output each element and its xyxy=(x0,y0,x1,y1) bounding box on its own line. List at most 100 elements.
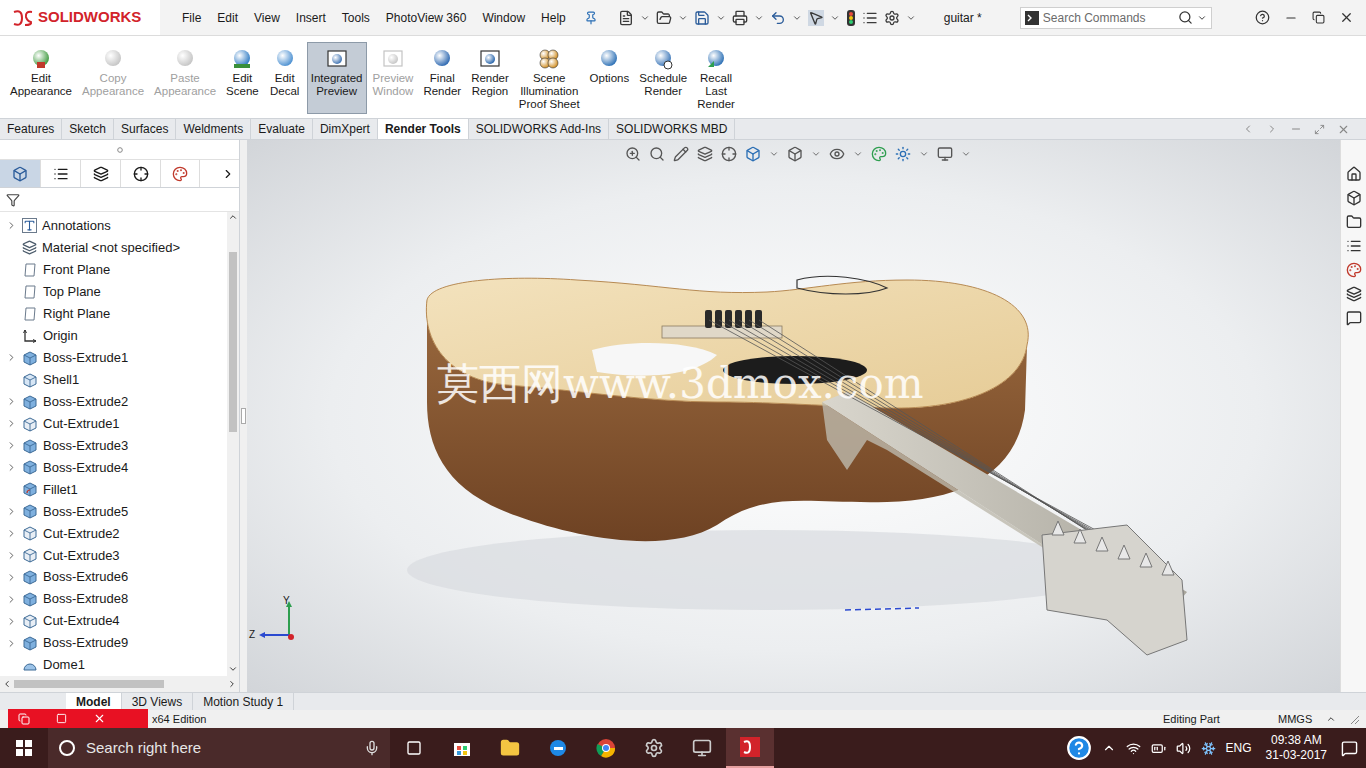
options-icon[interactable] xyxy=(884,10,900,26)
dropdown-icon[interactable] xyxy=(716,13,726,23)
popup-window[interactable] xyxy=(8,709,148,728)
tree-item[interactable]: Fillet1 xyxy=(0,478,227,500)
ribbon-button[interactable]: PasteAppearance xyxy=(150,42,220,114)
expand-icon[interactable] xyxy=(6,440,17,451)
filter-icon[interactable] xyxy=(6,193,20,207)
expand-icon[interactable] xyxy=(6,528,17,539)
app-button[interactable] xyxy=(630,728,678,768)
dropdown-icon[interactable] xyxy=(754,13,764,23)
taskbar-search[interactable]: Search right here xyxy=(48,728,390,768)
dropdown-icon[interactable] xyxy=(906,13,916,23)
tree-item[interactable]: Material <not specified> xyxy=(0,237,227,259)
horizontal-scrollbar[interactable] xyxy=(0,676,239,692)
dropdown-icon[interactable] xyxy=(811,149,821,159)
ribbon-button[interactable]: SceneIlluminationProof Sheet xyxy=(515,42,584,114)
tree-item[interactable]: Origin xyxy=(0,325,227,347)
tree-item[interactable]: Boss-Extrude2 xyxy=(0,391,227,413)
tree-item[interactable]: Boss-Extrude9 xyxy=(0,632,227,654)
forum-icon[interactable] xyxy=(1346,310,1362,326)
help-tray-icon[interactable] xyxy=(1066,735,1092,761)
tree-scrollbar[interactable] xyxy=(227,212,239,676)
rebuild-icon[interactable] xyxy=(846,10,856,26)
solidworks-app[interactable] xyxy=(726,728,774,768)
scroll-right-icon[interactable] xyxy=(227,679,237,689)
tree-item[interactable]: Annotations xyxy=(0,215,227,237)
resources-icon[interactable] xyxy=(1346,166,1362,182)
dropdown-icon[interactable] xyxy=(961,149,971,159)
ribbon-button[interactable]: EditScene xyxy=(222,42,263,114)
horizontal-thumb[interactable] xyxy=(14,680,164,688)
scroll-up-icon[interactable] xyxy=(228,212,238,222)
tree-item[interactable]: Right Plane xyxy=(0,303,227,325)
panel-splitter[interactable] xyxy=(240,140,247,692)
units-selector[interactable]: MMGS xyxy=(1278,711,1348,728)
units-dropdown-icon[interactable] xyxy=(1326,714,1336,724)
dropdown-icon[interactable] xyxy=(769,149,779,159)
ribbon-button[interactable]: IntegratedPreview xyxy=(307,42,367,114)
microphone-icon[interactable] xyxy=(364,740,380,756)
minimize-icon[interactable] xyxy=(1284,11,1298,25)
tree-item[interactable]: Shell1 xyxy=(0,369,227,391)
clock[interactable]: 09:38 AM31-03-2017 xyxy=(1262,733,1331,763)
tree-item[interactable]: Front Plane xyxy=(0,259,227,281)
display-style-icon[interactable] xyxy=(787,146,803,162)
property-tab[interactable] xyxy=(40,160,80,187)
command-tab[interactable]: Weldments xyxy=(176,119,251,139)
previous-view-icon[interactable] xyxy=(673,146,689,162)
tree-item[interactable]: Boss-Extrude8 xyxy=(0,588,227,610)
panel-grip[interactable] xyxy=(0,140,239,160)
bottom-tab[interactable]: Motion Study 1 xyxy=(193,693,294,710)
expand-icon[interactable] xyxy=(6,594,17,605)
tree-item[interactable]: Top Plane xyxy=(0,281,227,303)
close-icon[interactable] xyxy=(1339,10,1354,25)
app-logo[interactable]: SOLIDWORKS xyxy=(0,0,160,35)
ribbon-button[interactable]: PreviewWindow xyxy=(369,42,418,114)
app-button[interactable] xyxy=(678,728,726,768)
bottom-tab[interactable]: Model xyxy=(66,693,122,710)
search-icon[interactable] xyxy=(1178,10,1193,25)
dimxpert-tab[interactable] xyxy=(120,160,160,187)
previous-icon[interactable] xyxy=(1242,123,1254,135)
display-tab[interactable] xyxy=(160,160,200,187)
tree-item[interactable]: Cut-Extrude1 xyxy=(0,413,227,435)
menu-item[interactable]: Insert xyxy=(288,9,334,27)
print-icon[interactable] xyxy=(732,10,748,26)
view-palette-icon[interactable] xyxy=(1346,238,1362,254)
expand-icon[interactable] xyxy=(6,396,17,407)
bottom-tab[interactable]: 3D Views xyxy=(122,693,193,710)
ribbon-button[interactable]: ScheduleRender xyxy=(635,42,691,114)
search-box[interactable]: Search Commands xyxy=(1020,7,1212,29)
undo-icon[interactable] xyxy=(770,10,786,26)
new-icon[interactable] xyxy=(618,10,634,26)
menu-item[interactable]: Edit xyxy=(209,9,246,27)
menu-item[interactable]: View xyxy=(246,9,288,27)
minimize-icon[interactable] xyxy=(1290,123,1302,135)
menu-item[interactable]: Tools xyxy=(334,9,378,27)
view-orientation-icon[interactable] xyxy=(745,146,761,162)
battery-icon[interactable] xyxy=(1151,741,1166,756)
command-tab[interactable]: Render Tools xyxy=(378,119,469,139)
ribbon-button[interactable]: EditAppearance xyxy=(6,42,76,114)
close-icon[interactable] xyxy=(1337,123,1350,136)
configuration-tab[interactable] xyxy=(80,160,120,187)
popup-app-icon[interactable] xyxy=(18,713,30,725)
expand-icon[interactable] xyxy=(6,220,17,231)
command-tab[interactable]: SOLIDWORKS MBD xyxy=(609,119,735,139)
menu-item[interactable]: Window xyxy=(474,9,533,27)
help-icon[interactable] xyxy=(1255,10,1270,25)
ribbon-button[interactable]: RenderRegion xyxy=(467,42,513,114)
tree-item[interactable]: Boss-Extrude4 xyxy=(0,456,227,478)
file-explorer-app[interactable] xyxy=(486,728,534,768)
notifications-icon[interactable] xyxy=(1341,740,1358,757)
zoom-area-icon[interactable] xyxy=(649,146,665,162)
scroll-thumb[interactable] xyxy=(229,252,237,432)
tree-item[interactable]: Boss-Extrude1 xyxy=(0,347,227,369)
expand-icon[interactable] xyxy=(6,352,17,363)
file-properties-icon[interactable] xyxy=(862,10,878,26)
ribbon-button[interactable]: RecallLastRender xyxy=(693,42,739,114)
scene-icon[interactable] xyxy=(895,146,911,162)
tree-item[interactable]: Cut-Extrude4 xyxy=(0,610,227,632)
expand-icon[interactable] xyxy=(6,418,17,429)
command-tab[interactable]: SOLIDWORKS Add-Ins xyxy=(469,119,609,139)
tree-item[interactable]: Boss-Extrude6 xyxy=(0,566,227,588)
